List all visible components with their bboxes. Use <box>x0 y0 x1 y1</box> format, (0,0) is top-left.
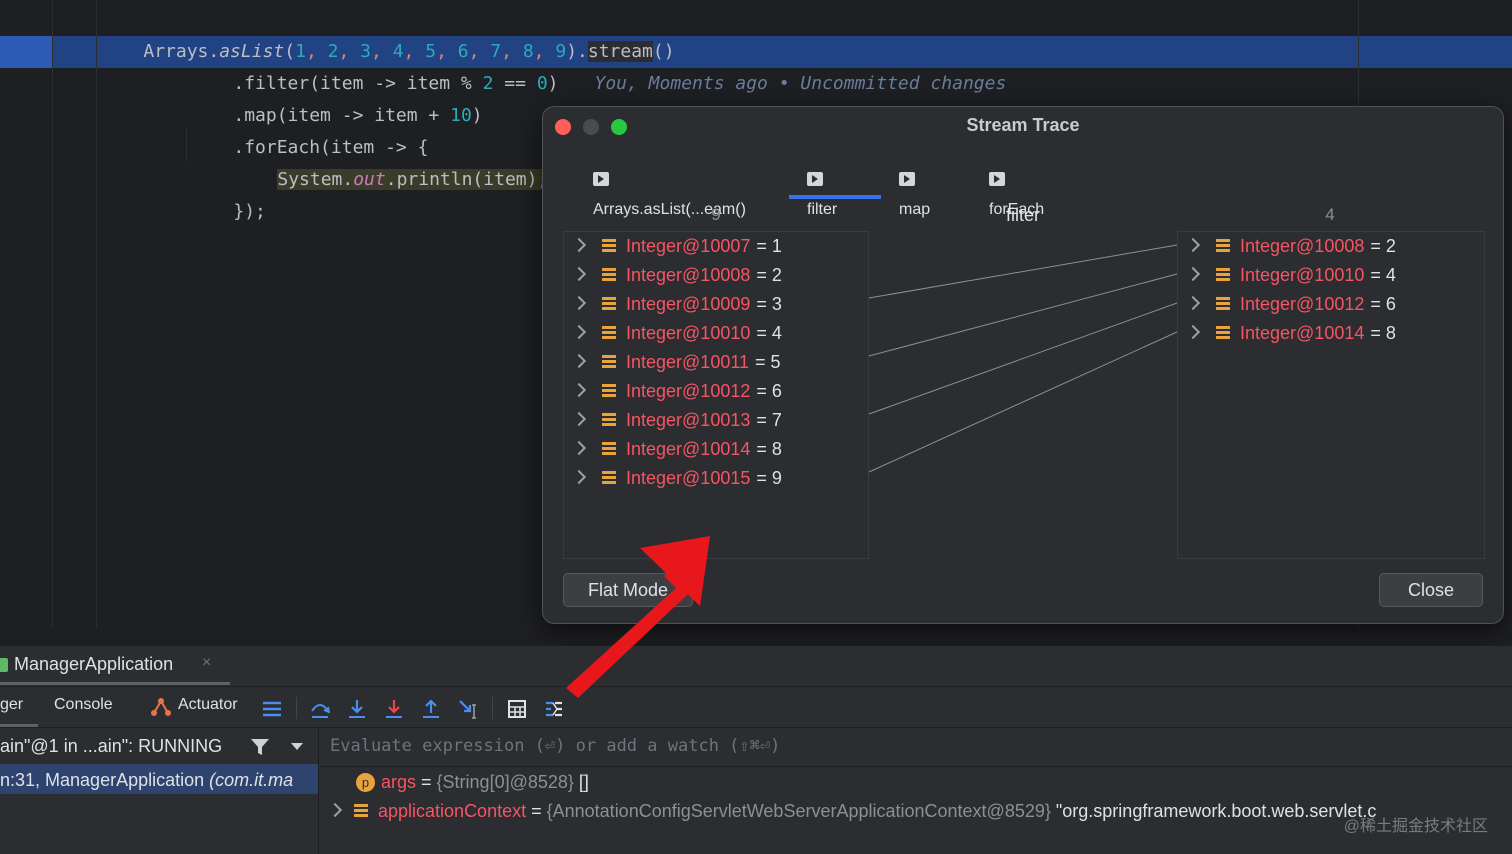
mapping-line <box>868 273 1178 357</box>
parameter-icon: p <box>356 773 375 792</box>
toolbar-separator <box>492 697 493 719</box>
code-line-6[interactable]: }); <box>190 164 266 222</box>
trace-stream-icon[interactable] <box>544 699 564 719</box>
code-token: ) <box>547 73 559 94</box>
code-token: 10 <box>450 105 472 126</box>
run-tab-label[interactable]: ManagerApplication <box>14 654 173 675</box>
code-line-2[interactable]: .filter(item -> item % 2 == 0) You, Momen… <box>190 36 1006 94</box>
code-line-5[interactable]: System.out.println(item); <box>234 132 549 190</box>
actuator-icon <box>150 697 172 717</box>
code-line-1[interactable]: Arrays.asList(1, 2, 3, 4, 5, 6, 7, 8, 9)… <box>100 4 675 62</box>
force-step-into-icon[interactable] <box>384 699 404 719</box>
code-line-3[interactable]: .map(item -> item + 10) <box>190 68 482 126</box>
variable-name: args <box>381 772 417 792</box>
run-to-cursor-icon[interactable] <box>458 699 478 719</box>
variable-row-args[interactable]: p args = {String[0]@8528} [] <box>356 772 589 793</box>
step-into-icon[interactable] <box>347 699 367 719</box>
frame-label: n:31, ManagerApplication (com.it.ma <box>0 770 318 791</box>
close-tab-icon[interactable]: × <box>202 654 211 672</box>
field-icon <box>354 804 368 818</box>
tab-actuator[interactable]: Actuator <box>178 696 238 714</box>
variable-extra: "org.springframework.boot.web.servlet.c <box>1050 801 1377 821</box>
thread-selector[interactable]: ain"@1 in ...ain": RUNNING <box>0 736 222 757</box>
evaluate-input[interactable]: Evaluate expression (⏎) or add a watch (… <box>330 736 780 756</box>
gutter-divider <box>52 0 53 628</box>
code-token: 0 <box>536 73 548 94</box>
variable-value: {String[0]@8528} <box>436 772 574 792</box>
debugger-tab-underline <box>0 724 38 727</box>
tab-debugger[interactable]: ger <box>0 696 23 714</box>
evaluate-expression-icon[interactable] <box>507 699 527 719</box>
run-tab-underline <box>0 682 230 685</box>
code-token: System. <box>277 169 354 190</box>
git-blame-annotation: You, Moments ago • Uncommitted changes <box>594 73 1007 94</box>
variable-eq: = <box>416 772 437 792</box>
watermark: @稀土掘金技术社区 <box>1343 818 1488 835</box>
code-line-4[interactable]: .forEach(item -> { <box>190 100 428 158</box>
mapping-line <box>868 302 1178 415</box>
debugger-toolbar: ger Console Actuator <box>0 686 1512 728</box>
variable-extra: [] <box>573 772 589 792</box>
chevron-down-icon[interactable] <box>290 742 304 752</box>
toolbar-separator <box>296 697 297 719</box>
debug-tool-window: ManagerApplication × ger Console Actuato… <box>0 646 1512 854</box>
indent-guide <box>96 0 97 628</box>
close-button[interactable]: Close <box>1379 573 1483 607</box>
variable-eq: = <box>526 801 547 821</box>
expand-chevron-icon[interactable] <box>327 802 343 818</box>
tab-console[interactable]: Console <box>54 696 113 714</box>
frame-package: (com.it.ma <box>209 770 294 790</box>
run-config-icon <box>0 658 8 672</box>
code-token: == <box>493 73 537 94</box>
mapping-lines <box>868 244 1178 473</box>
code-token: }); <box>233 201 266 222</box>
step-out-icon[interactable] <box>421 699 441 719</box>
flat-mode-button[interactable]: Flat Mode <box>563 573 693 607</box>
code-token: out <box>353 169 386 190</box>
variable-value: {AnnotationConfigServletWebServerApplica… <box>546 801 1051 821</box>
stream-trace-dialog: Stream Trace Arrays.asList(...eam() filt… <box>542 106 1504 624</box>
code-token: .println(item); <box>385 169 549 190</box>
indent-guide-inner <box>186 128 187 162</box>
mapping-line <box>868 331 1178 473</box>
variable-name: applicationContext <box>378 801 527 821</box>
variable-row-application-context[interactable]: applicationContext = {AnnotationConfigSe… <box>327 801 1377 822</box>
divider <box>320 766 1512 767</box>
frame-method: n:31, ManagerApplication <box>0 770 205 790</box>
code-token: 2 <box>482 73 494 94</box>
frames-panel: ain"@1 in ...ain": RUNNING n:31, Manager… <box>0 728 319 854</box>
mapping-line <box>868 244 1178 299</box>
code-token: ) <box>471 105 483 126</box>
filter-icon[interactable] <box>250 738 270 756</box>
step-over-icon[interactable] <box>310 699 330 719</box>
gutter-highlight <box>0 36 52 68</box>
menu-icon[interactable] <box>262 699 282 719</box>
